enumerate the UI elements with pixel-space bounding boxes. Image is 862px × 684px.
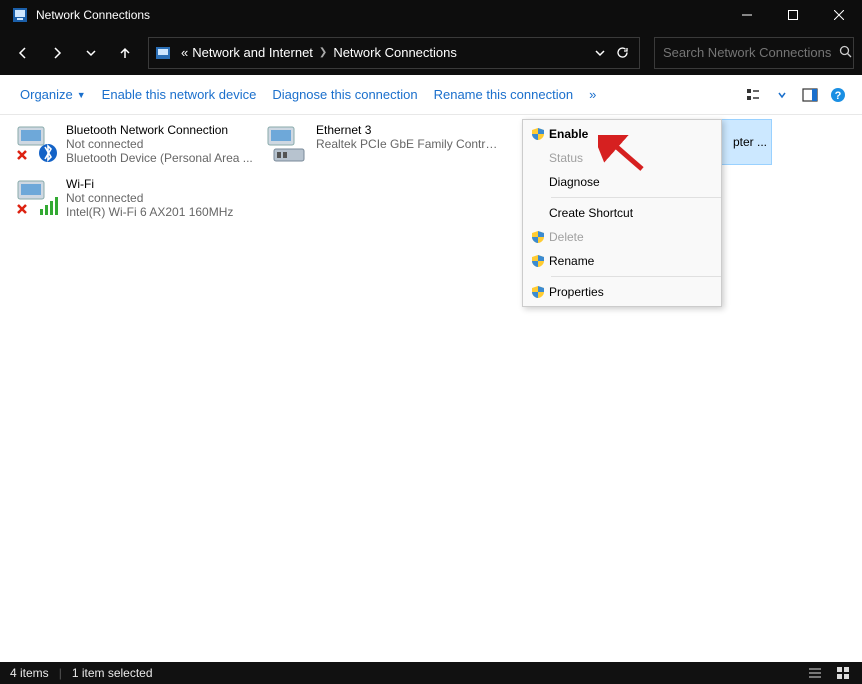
rename-connection-button[interactable]: Rename this connection: [426, 81, 581, 108]
help-button[interactable]: ?: [826, 83, 850, 107]
toolbar: Organize ▼ Enable this network device Di…: [0, 75, 862, 115]
context-menu-create-shortcut[interactable]: Create Shortcut: [523, 201, 721, 225]
chevron-right-icon[interactable]: ❯: [319, 47, 327, 58]
connection-name: Ethernet 3: [316, 123, 504, 137]
bluetooth-adapter-icon: [12, 123, 60, 167]
nav-back-button[interactable]: [8, 38, 38, 68]
network-panel-icon: [12, 7, 28, 23]
maximize-button[interactable]: [770, 0, 816, 30]
connection-device: Realtek PCIe GbE Family Controll...: [316, 137, 504, 151]
connection-text: Wi-Fi Not connected Intel(R) Wi-Fi 6 AX2…: [66, 177, 254, 219]
window-buttons: [724, 0, 862, 30]
statusbar: 4 items | 1 item selected: [0, 662, 862, 684]
connection-item-ethernet[interactable]: Ethernet 3 Realtek PCIe GbE Family Contr…: [258, 121, 508, 173]
connection-name: Wi-Fi: [66, 177, 254, 191]
connection-device: Intel(R) Wi-Fi 6 AX201 160MHz: [66, 205, 254, 219]
breadcrumb-item[interactable]: Network Connections: [331, 45, 459, 60]
addressbar[interactable]: « Network and Internet ❯ Network Connect…: [148, 37, 640, 69]
connection-item-wifi[interactable]: Wi-Fi Not connected Intel(R) Wi-Fi 6 AX2…: [8, 175, 258, 227]
search-box[interactable]: [654, 37, 854, 69]
nav-up-button[interactable]: [110, 38, 140, 68]
minimize-button[interactable]: [724, 0, 770, 30]
address-dropdown-button[interactable]: [589, 42, 611, 64]
enable-device-button[interactable]: Enable this network device: [94, 81, 265, 108]
view-options-button[interactable]: [742, 83, 766, 107]
search-input[interactable]: [663, 45, 839, 60]
diagnose-connection-button[interactable]: Diagnose this connection: [264, 81, 425, 108]
connection-name: Bluetooth Network Connection: [66, 123, 254, 137]
selected-peek-text: pter ...: [733, 135, 767, 149]
connection-text: Bluetooth Network Connection Not connect…: [66, 123, 254, 165]
status-divider: |: [59, 666, 62, 680]
ethernet-adapter-icon: [262, 123, 310, 167]
uac-shield-icon: [527, 230, 549, 244]
organize-menu[interactable]: Organize ▼: [12, 81, 94, 108]
titlebar: Network Connections: [0, 0, 862, 30]
context-menu-status: Status: [523, 146, 721, 170]
uac-shield-icon: [527, 127, 549, 141]
context-menu-rename[interactable]: Rename: [523, 249, 721, 273]
breadcrumb-prefix: «: [179, 45, 190, 60]
window-title: Network Connections: [36, 8, 724, 22]
context-menu-properties[interactable]: Properties: [523, 280, 721, 304]
nav-history-dropdown[interactable]: [76, 38, 106, 68]
connection-text: Ethernet 3 Realtek PCIe GbE Family Contr…: [316, 123, 504, 151]
context-menu-separator: [551, 276, 721, 277]
view-dropdown-button[interactable]: [770, 83, 794, 107]
large-icons-view-button[interactable]: [834, 664, 852, 682]
wifi-adapter-icon: [12, 177, 60, 221]
context-menu: Enable Status Diagnose Create Shortcut D…: [522, 119, 722, 307]
context-menu-enable[interactable]: Enable: [523, 122, 721, 146]
search-icon[interactable]: [839, 45, 852, 61]
refresh-button[interactable]: [611, 42, 633, 64]
status-item-count: 4 items: [10, 666, 49, 680]
content-area[interactable]: Bluetooth Network Connection Not connect…: [0, 115, 862, 662]
context-menu-delete: Delete: [523, 225, 721, 249]
breadcrumb-item[interactable]: Network and Internet: [190, 45, 315, 60]
location-icon: [155, 45, 171, 61]
context-menu-separator: [551, 197, 721, 198]
toolbar-more-button[interactable]: »: [581, 81, 604, 108]
connection-status: Not connected: [66, 137, 254, 151]
status-selected-count: 1 item selected: [72, 666, 153, 680]
uac-shield-icon: [527, 285, 549, 299]
caret-down-icon: ▼: [77, 90, 86, 100]
uac-shield-icon: [527, 254, 549, 268]
context-menu-diagnose[interactable]: Diagnose: [523, 170, 721, 194]
connection-status: Not connected: [66, 191, 254, 205]
svg-text:?: ?: [835, 90, 842, 102]
connection-item-bluetooth[interactable]: Bluetooth Network Connection Not connect…: [8, 121, 258, 173]
close-button[interactable]: [816, 0, 862, 30]
connection-item-selected-peek[interactable]: pter ...: [716, 119, 772, 165]
organize-label: Organize: [20, 87, 73, 102]
connection-device: Bluetooth Device (Personal Area ...: [66, 151, 254, 165]
navbar: « Network and Internet ❯ Network Connect…: [0, 30, 862, 75]
details-view-button[interactable]: [806, 664, 824, 682]
preview-pane-button[interactable]: [798, 83, 822, 107]
nav-forward-button[interactable]: [42, 38, 72, 68]
